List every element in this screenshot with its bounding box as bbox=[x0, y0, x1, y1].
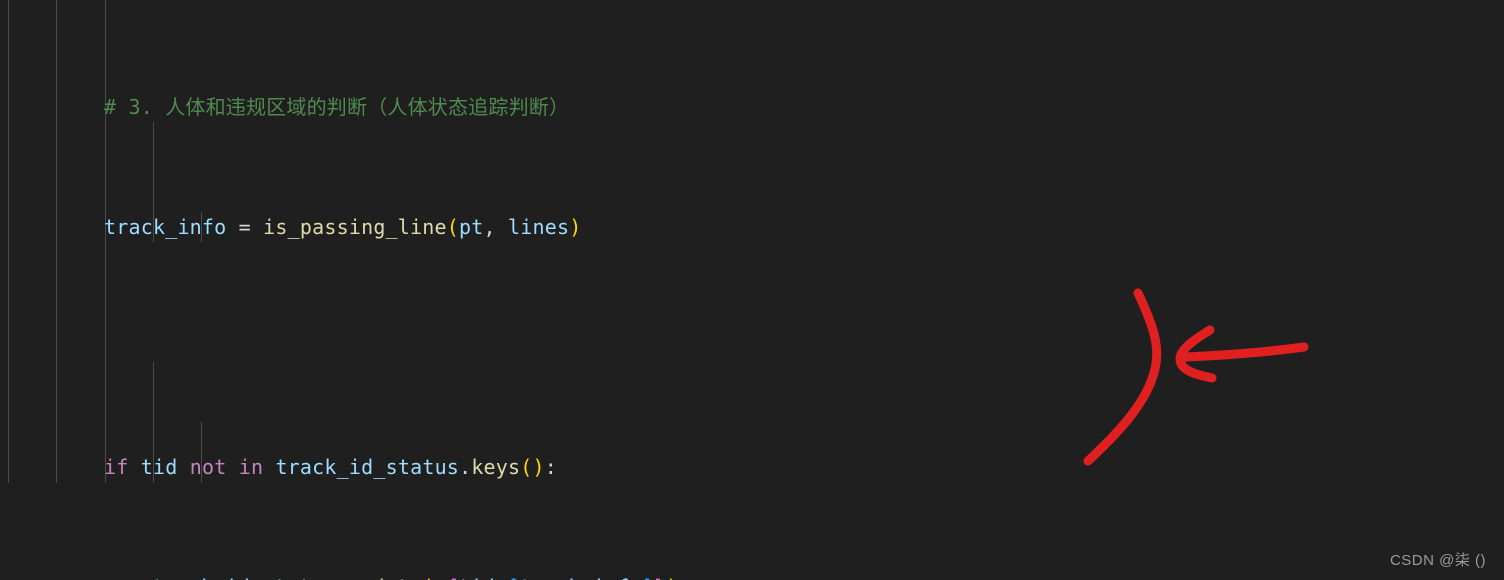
token-operator bbox=[128, 455, 140, 479]
code-block-upper[interactable]: # 3. 人体和违规区域的判断（人体状态追踪判断） track_info = i… bbox=[0, 2, 1504, 580]
token-operator: : bbox=[544, 455, 558, 479]
token-function: keys bbox=[471, 455, 521, 479]
token-operator: = bbox=[226, 215, 264, 239]
token-keyword: in bbox=[238, 455, 264, 479]
token-operator bbox=[177, 455, 189, 479]
token-operator: . bbox=[459, 455, 472, 479]
token-keyword: not bbox=[189, 455, 227, 479]
code-block-lower[interactable]: cv2.putText(res_img, "-1 to 1 person_cou… bbox=[0, 510, 1504, 580]
token-bracket: ) bbox=[569, 215, 582, 239]
token-bracket: ( bbox=[446, 215, 460, 239]
token-bracket: () bbox=[520, 455, 545, 479]
token-identifier: lines bbox=[508, 215, 570, 239]
code-line[interactable]: track_info = is_passing_line(pt, lines) bbox=[0, 212, 1504, 242]
code-line-blank[interactable] bbox=[0, 332, 1504, 362]
comment-text: # 3. 人体和违规区域的判断（人体状态追踪判断） bbox=[104, 95, 570, 119]
code-editor[interactable]: # 3. 人体和违规区域的判断（人体状态追踪判断） track_info = i… bbox=[0, 0, 1504, 580]
code-line[interactable]: # 3. 人体和违规区域的判断（人体状态追踪判断） bbox=[0, 92, 1504, 122]
token-identifier: tid bbox=[140, 455, 178, 479]
csdn-watermark: CSDN @柒 () bbox=[1389, 552, 1486, 569]
token-operator: , bbox=[483, 215, 508, 239]
token-identifier: track_info bbox=[104, 215, 227, 239]
token-operator bbox=[226, 455, 238, 479]
token-identifier: pt bbox=[459, 215, 484, 239]
token-function: is_passing_line bbox=[263, 215, 447, 239]
token-identifier: track_id_status bbox=[275, 455, 460, 479]
code-line[interactable]: if tid not in track_id_status.keys(): bbox=[0, 452, 1504, 482]
token-operator bbox=[263, 455, 275, 479]
token-keyword: if bbox=[104, 455, 129, 479]
